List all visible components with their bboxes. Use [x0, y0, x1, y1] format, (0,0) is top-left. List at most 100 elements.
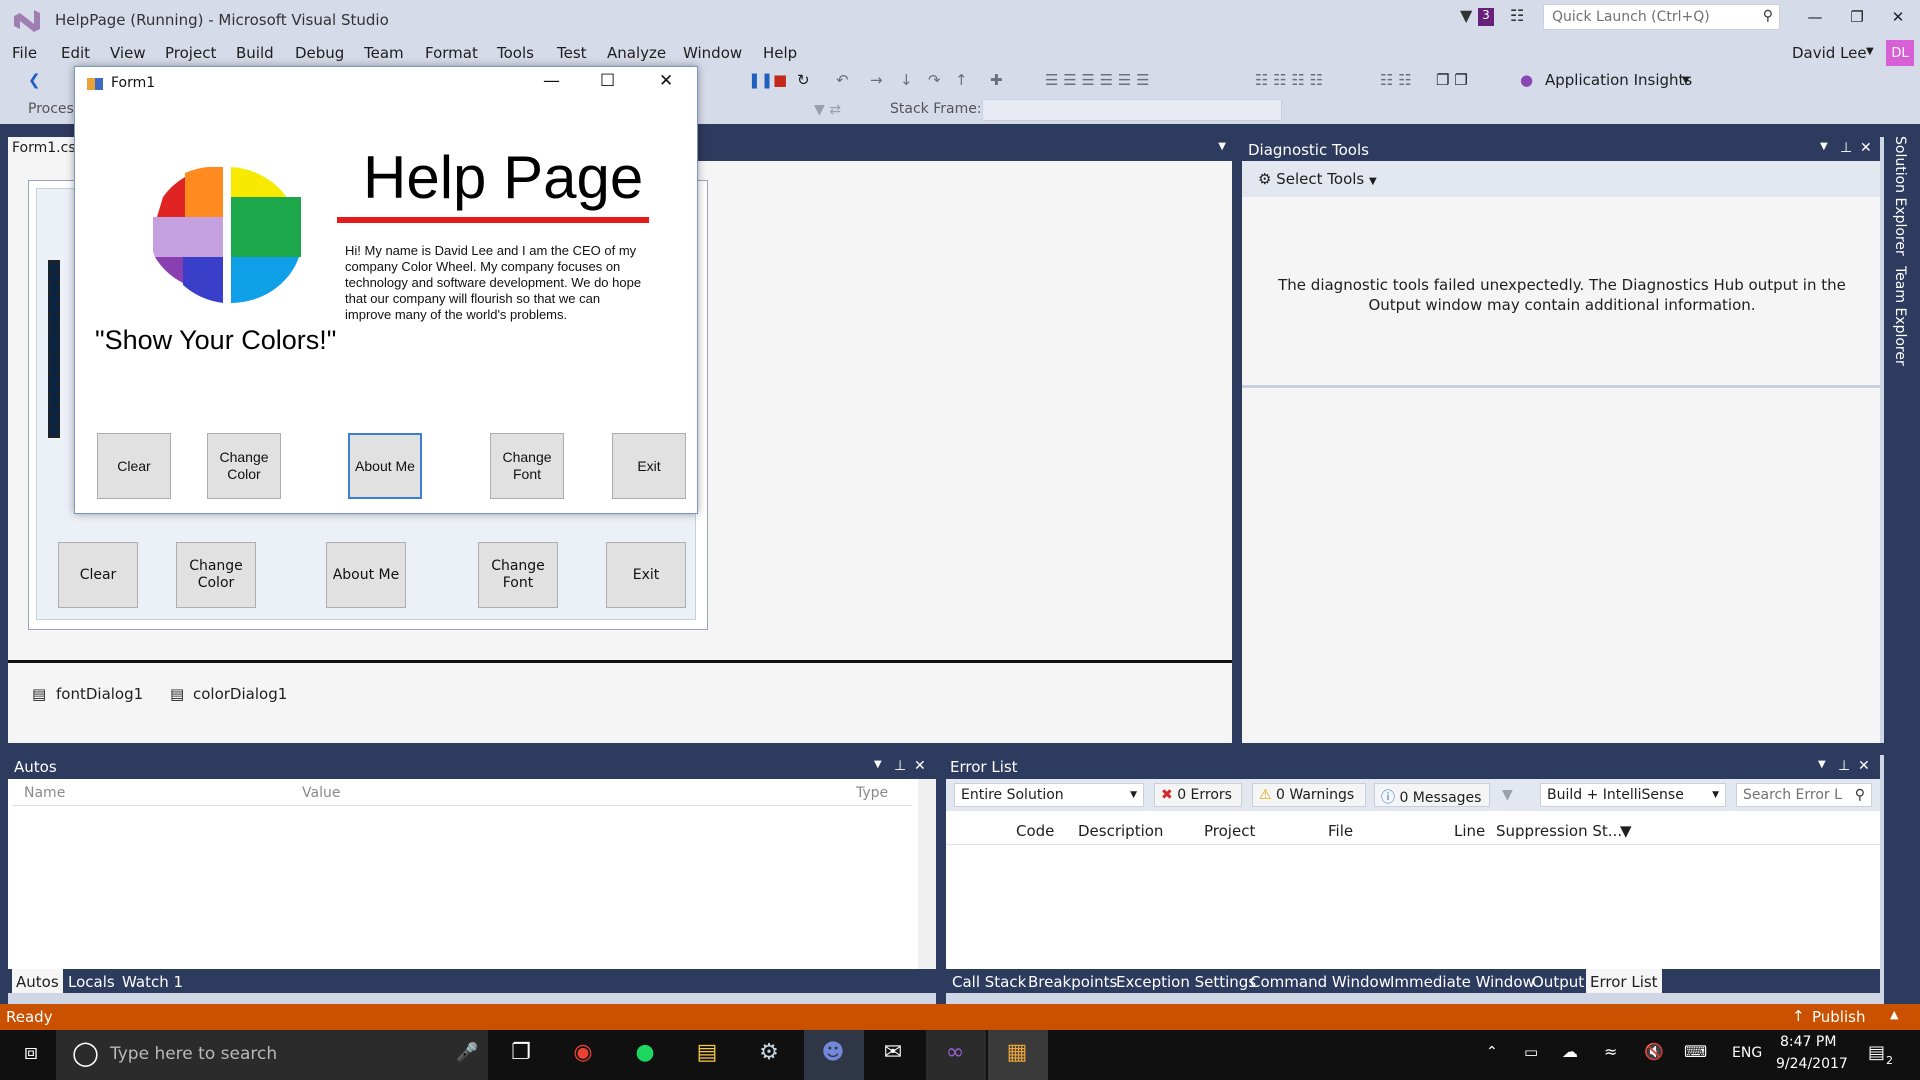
error-list-dropdown-icon[interactable]: ▼	[1818, 759, 1826, 770]
errors-filter-button[interactable]: ✖ 0 Errors	[1154, 783, 1242, 807]
pause-icon[interactable]: ❚❚	[748, 71, 773, 89]
task-view-icon[interactable]: ❐	[504, 1040, 538, 1070]
user-name[interactable]: David Lee	[1792, 44, 1867, 62]
tab-output[interactable]: Output	[1528, 972, 1588, 992]
step-up-icon[interactable]: ↑	[955, 71, 968, 89]
exception-icon[interactable]: ✚	[990, 71, 1003, 89]
messages-filter-button[interactable]: ⓘ 0 Messages	[1374, 783, 1490, 807]
tab-autos[interactable]: Autos	[12, 969, 63, 993]
chrome-icon[interactable]: ◉	[566, 1040, 600, 1070]
tab-watch-1[interactable]: Watch 1	[118, 972, 187, 992]
design-about-me-button[interactable]: About Me	[326, 542, 406, 608]
warnings-filter-button[interactable]: ⚠ 0 Warnings	[1252, 783, 1366, 807]
menu-tools[interactable]: Tools	[497, 44, 534, 62]
avatar[interactable]: DL	[1886, 40, 1914, 68]
dock-splitter-bottom[interactable]	[936, 743, 946, 1005]
align-icon[interactable]: ☰ ☰ ☰ ☰ ☰ ☰	[1045, 71, 1150, 89]
col-project[interactable]: Project	[1204, 822, 1255, 840]
design-exit-button[interactable]: Exit	[606, 542, 686, 608]
scope-dropdown[interactable]: Entire Solution ▼	[954, 783, 1144, 807]
menu-project[interactable]: Project	[165, 44, 216, 62]
center-icon[interactable]: ☷ ☷	[1380, 71, 1412, 89]
autos-col-value[interactable]: Value	[302, 785, 340, 801]
mail-icon[interactable]: ✉	[876, 1040, 910, 1070]
panel-dropdown-icon[interactable]: ▼	[1820, 141, 1828, 152]
autos-pin-icon[interactable]: ⊥	[894, 758, 906, 774]
selected-control-handle[interactable]	[48, 260, 60, 438]
tray-color-dialog[interactable]: colorDialog1	[193, 685, 287, 703]
publish-caret-icon[interactable]: ▲	[1890, 1008, 1898, 1021]
autos-dropdown-icon[interactable]: ▼	[874, 759, 882, 770]
menu-edit[interactable]: Edit	[61, 44, 90, 62]
filter-icon[interactable]: ▼	[1460, 6, 1472, 25]
show-hidden-icons[interactable]: ⌃	[1486, 1044, 1498, 1060]
tab-form1-cs[interactable]: Form1.cs	[8, 137, 76, 161]
tab-locals[interactable]: Locals	[64, 972, 119, 992]
autos-col-name[interactable]: Name	[24, 785, 65, 801]
visual-studio-icon[interactable]: ∞	[938, 1040, 972, 1070]
design-clear-button[interactable]: Clear	[58, 542, 138, 608]
form-close-button[interactable]: ✕	[659, 71, 673, 91]
autos-scrollbar[interactable]	[918, 779, 936, 969]
panel-close-icon[interactable]: ✕	[1860, 140, 1872, 156]
back-icon[interactable]: ❮	[28, 71, 41, 89]
tab-call-stack[interactable]: Call Stack	[948, 972, 1030, 992]
rail-solution-explorer[interactable]: Solution Explorer	[1892, 136, 1908, 256]
tab-immediate-window[interactable]: Immediate Window	[1386, 972, 1539, 992]
rail-team-explorer[interactable]: Team Explorer	[1892, 266, 1908, 366]
publish-button[interactable]: Publish	[1812, 1008, 1865, 1026]
application-insights-dropdown-icon[interactable]: ▼	[1682, 75, 1690, 86]
windows-start-icon[interactable]: ⧈	[14, 1040, 48, 1070]
volume-muted-icon[interactable]: 🔇	[1644, 1042, 1664, 1061]
battery-icon[interactable]: ▭	[1524, 1043, 1538, 1061]
menu-view[interactable]: View	[110, 44, 146, 62]
error-list-close-icon[interactable]: ✕	[1858, 758, 1870, 774]
autos-col-type[interactable]: Type	[856, 785, 888, 801]
form-app-icon[interactable]: ▦	[1000, 1040, 1034, 1070]
spacing-icon[interactable]: ☷ ☷ ☷ ☷	[1255, 71, 1323, 89]
col-line[interactable]: Line	[1454, 822, 1485, 840]
step-into-icon[interactable]: ↓	[900, 71, 913, 89]
col-file[interactable]: File	[1328, 822, 1353, 840]
discord-icon[interactable]: ☻	[816, 1040, 850, 1070]
wifi-icon[interactable]: ≈	[1604, 1042, 1617, 1061]
menu-debug[interactable]: Debug	[295, 44, 344, 62]
dock-splitter[interactable]	[1232, 124, 1242, 744]
clock-date[interactable]: 9/24/2017	[1776, 1056, 1848, 1072]
menu-test[interactable]: Test	[557, 44, 587, 62]
menu-help[interactable]: Help	[763, 44, 797, 62]
stop-icon[interactable]: ■	[773, 71, 787, 89]
menu-format[interactable]: Format	[425, 44, 478, 62]
design-change-color-button[interactable]: Change Color	[176, 542, 256, 608]
file-explorer-icon[interactable]: ▤	[690, 1040, 724, 1070]
application-insights-button[interactable]: Application Insights	[1545, 71, 1692, 89]
form-minimize-button[interactable]: —	[543, 71, 560, 91]
design-change-font-button[interactable]: Change Font	[478, 542, 558, 608]
restore-button[interactable]: ❐	[1837, 4, 1877, 30]
change-color-button[interactable]: Change Color	[207, 433, 281, 499]
clear-button[interactable]: Clear	[97, 433, 171, 499]
col-description[interactable]: Description	[1078, 822, 1163, 840]
menu-build[interactable]: Build	[236, 44, 274, 62]
language-indicator[interactable]: ENG	[1732, 1045, 1762, 1061]
menu-window[interactable]: Window	[683, 44, 742, 62]
tab-exception-settings[interactable]: Exception Settings	[1112, 972, 1260, 992]
bring-front-icon[interactable]: ❐ ❐	[1436, 71, 1468, 89]
step-out-icon[interactable]: ↷	[928, 71, 941, 89]
thread-filter-icon[interactable]: ▼ ⇄	[814, 102, 841, 118]
about-me-button[interactable]: About Me	[348, 433, 422, 499]
keyboard-icon[interactable]: ⌨	[1684, 1042, 1707, 1061]
close-button[interactable]: ✕	[1878, 4, 1918, 30]
diagnostic-divider[interactable]	[1242, 385, 1880, 388]
menu-file[interactable]: File	[12, 44, 37, 62]
error-search-input[interactable]: Search Error L ⚲	[1736, 783, 1872, 807]
col-code[interactable]: Code	[1016, 822, 1054, 840]
autos-close-icon[interactable]: ✕	[914, 758, 926, 774]
column-filter-icon[interactable]: ▼	[1620, 822, 1632, 840]
form-maximize-button[interactable]: ☐	[600, 71, 615, 91]
restart-icon[interactable]: ↻	[797, 71, 810, 89]
action-center-icon[interactable]: ▤	[1868, 1042, 1885, 1063]
step-icon[interactable]: ↶	[836, 71, 849, 89]
steam-icon[interactable]: ⚙	[752, 1040, 786, 1070]
microphone-icon[interactable]: 🎤	[456, 1042, 478, 1063]
